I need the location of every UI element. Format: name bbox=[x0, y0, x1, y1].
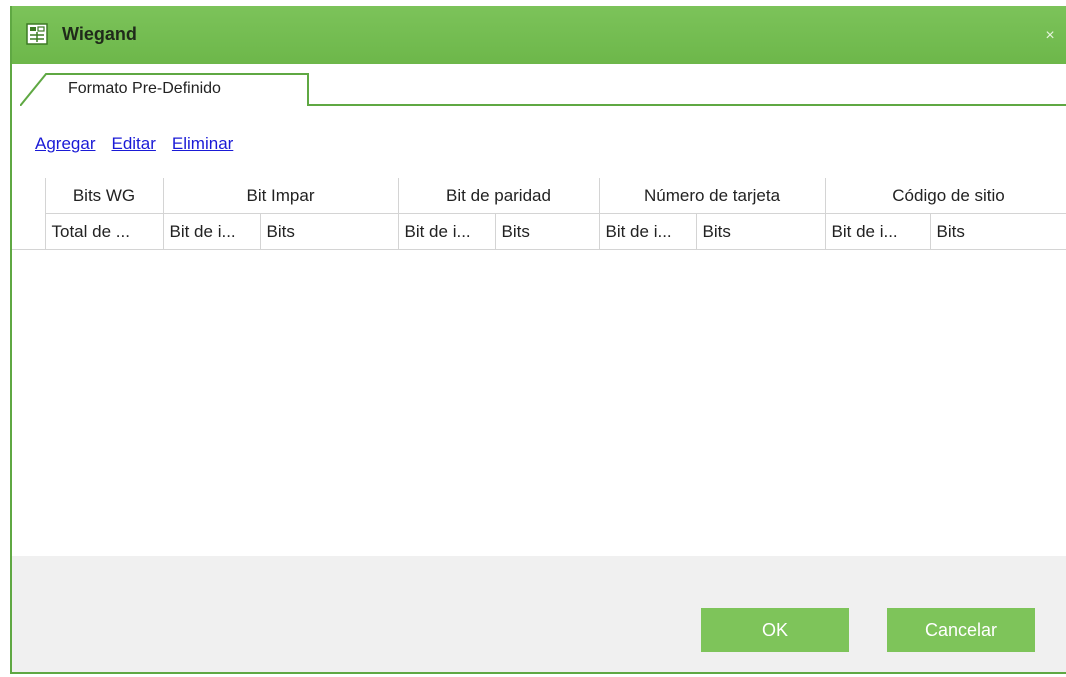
header-impar-start-bit[interactable]: Bit de i... bbox=[163, 213, 261, 250]
row-indicator-header bbox=[12, 178, 46, 250]
header-impar-bits[interactable]: Bits bbox=[260, 213, 399, 250]
header-codigo-de-sitio[interactable]: Código de sitio bbox=[825, 178, 1066, 214]
tab-formato-pre-definido[interactable]: Formato Pre-Definido bbox=[20, 72, 310, 106]
header-paridad-bits[interactable]: Bits bbox=[495, 213, 600, 250]
header-numero-de-tarjeta[interactable]: Número de tarjeta bbox=[599, 178, 826, 214]
wiegand-app-icon bbox=[26, 23, 48, 45]
tab-strip: Formato Pre-Definido bbox=[12, 64, 1066, 106]
header-bit-de-paridad[interactable]: Bit de paridad bbox=[398, 178, 600, 214]
edit-link[interactable]: Editar bbox=[111, 134, 155, 154]
header-sitio-start-bit[interactable]: Bit de i... bbox=[825, 213, 931, 250]
wiegand-dialog: Wiegand × Formato Pre-Definido Agregar E… bbox=[10, 6, 1066, 674]
delete-link[interactable]: Eliminar bbox=[172, 134, 233, 154]
title-bar: Wiegand × bbox=[12, 6, 1066, 64]
wiegand-format-table: Bits WG Bit Impar Bit de paridad Número … bbox=[12, 178, 1066, 556]
tab-label: Formato Pre-Definido bbox=[68, 80, 221, 97]
header-bits-wg[interactable]: Bits WG bbox=[45, 178, 164, 214]
ok-button[interactable]: OK bbox=[701, 608, 849, 652]
header-sitio-bits[interactable]: Bits bbox=[930, 213, 1066, 250]
header-tarjeta-start-bit[interactable]: Bit de i... bbox=[599, 213, 697, 250]
tab-underline bbox=[308, 104, 1066, 106]
sub-header-row: Total de ... Bit de i... Bits Bit de i..… bbox=[12, 213, 1066, 250]
close-icon[interactable]: × bbox=[1042, 28, 1058, 44]
action-links: Agregar Editar Eliminar bbox=[35, 134, 233, 154]
cancel-button[interactable]: Cancelar bbox=[887, 608, 1035, 652]
header-bit-impar[interactable]: Bit Impar bbox=[163, 178, 399, 214]
header-total-bits[interactable]: Total de ... bbox=[45, 213, 164, 250]
header-tarjeta-bits[interactable]: Bits bbox=[696, 213, 826, 250]
add-link[interactable]: Agregar bbox=[35, 134, 95, 154]
group-header-row: Bits WG Bit Impar Bit de paridad Número … bbox=[12, 178, 1066, 250]
dialog-title: Wiegand bbox=[62, 24, 137, 44]
header-paridad-start-bit[interactable]: Bit de i... bbox=[398, 213, 496, 250]
